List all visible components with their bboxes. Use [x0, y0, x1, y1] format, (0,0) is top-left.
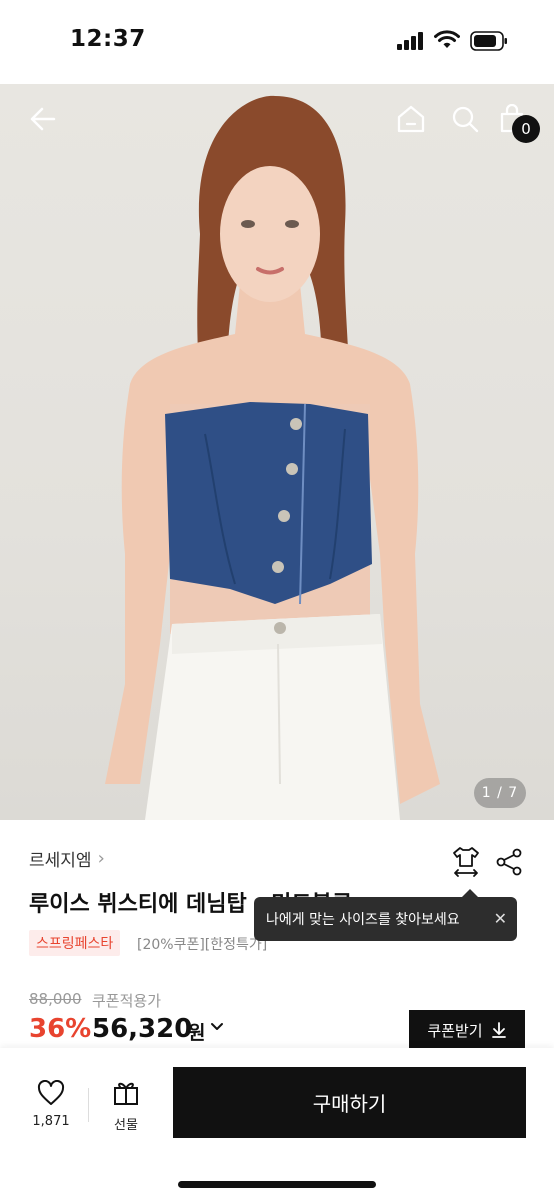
coupon-price-label: 쿠폰적용가: [92, 992, 162, 1010]
size-guide-icon[interactable]: [452, 846, 480, 878]
like-count: 1,871: [32, 1114, 70, 1129]
cart-count-badge: 0: [512, 115, 540, 143]
chevron-down-icon[interactable]: [210, 1020, 224, 1034]
tooltip-text: 나에게 맞는 사이즈를 찾아보세요: [266, 912, 460, 928]
brand-link[interactable]: 르세지엠 ›: [29, 846, 105, 871]
gift-icon: [114, 1082, 138, 1105]
coupon-download-button[interactable]: 쿠폰받기: [409, 1010, 525, 1050]
size-tooltip[interactable]: 나에게 맞는 사이즈를 찾아보세요 ✕: [254, 889, 517, 941]
brand-name: 르세지엠: [29, 851, 92, 871]
like-button[interactable]: 1,871: [26, 1079, 76, 1129]
back-arrow-icon[interactable]: [28, 104, 58, 134]
battery-icon: [470, 31, 507, 51]
close-icon[interactable]: ✕: [494, 909, 507, 928]
product-image-gallery[interactable]: 0 1 / 7: [0, 84, 554, 820]
product-photo: [105, 95, 440, 820]
buy-button[interactable]: 구매하기: [173, 1067, 526, 1138]
discount-rate: 36%: [29, 1014, 92, 1044]
heart-icon: [37, 1079, 65, 1105]
gift-label: 선물: [114, 1118, 138, 1133]
divider: [88, 1088, 89, 1122]
home-icon[interactable]: [396, 104, 426, 134]
status-bar: 12:37: [0, 0, 554, 84]
currency-unit: 원: [188, 1022, 206, 1044]
image-counter: 1 / 7: [474, 778, 526, 808]
search-icon[interactable]: [450, 104, 480, 134]
promo-tag: 스프링페스타: [29, 930, 121, 956]
wifi-icon: [434, 30, 460, 48]
promo-extra-text: [20%쿠폰][한정특가]: [137, 937, 268, 953]
share-icon[interactable]: [495, 848, 523, 876]
cellular-signal-icon: [397, 32, 423, 50]
download-icon: [491, 1022, 506, 1038]
coupon-button-label: 쿠폰받기: [427, 1022, 483, 1040]
original-price: 88,000: [29, 990, 82, 1008]
gift-button[interactable]: 선물: [101, 1080, 151, 1133]
sale-price: 56,320: [92, 1014, 193, 1044]
chevron-right-icon: ›: [97, 848, 105, 869]
home-indicator: [178, 1181, 376, 1188]
status-time: 12:37: [70, 26, 146, 52]
